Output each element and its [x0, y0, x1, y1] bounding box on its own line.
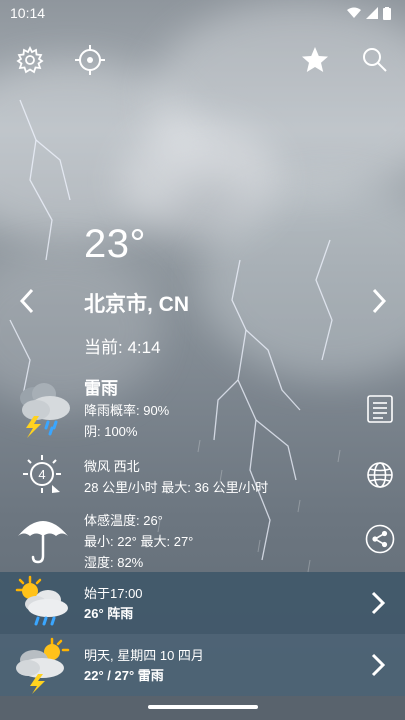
- conditions-row: 雷雨 降雨概率: 90% 阴: 100%: [0, 378, 405, 442]
- forecast-summary: 26° 阵雨: [84, 606, 134, 621]
- forecast-summary: 22° / 27° 雷雨: [84, 668, 164, 683]
- next-location-button[interactable]: [364, 286, 394, 316]
- thunderstorm-icon: [20, 383, 70, 438]
- globe-button[interactable]: [365, 460, 395, 490]
- document-icon: [367, 395, 393, 423]
- signal-icon: [366, 7, 378, 19]
- location-button[interactable]: [70, 40, 110, 80]
- home-gesture-handle[interactable]: [148, 705, 258, 709]
- forecast-item-tomorrow[interactable]: 明天, 星期四 10 四月 22° / 27° 雷雨: [0, 634, 405, 696]
- search-icon: [363, 48, 387, 72]
- forecast-time: 始于17:00: [84, 586, 143, 601]
- wifi-icon: [347, 7, 361, 18]
- previous-location-button[interactable]: [12, 286, 42, 316]
- sun-cloud-rain-icon: [15, 575, 68, 626]
- current-temperature: 23°: [84, 222, 146, 266]
- gear-icon: [16, 46, 44, 74]
- chevron-right-icon: [371, 653, 386, 677]
- forecast-text: 始于17:00 26° 阵雨: [84, 584, 143, 624]
- search-button[interactable]: [355, 40, 395, 80]
- crosshair-icon: [75, 45, 105, 75]
- condition-title: 雷雨: [84, 379, 118, 398]
- share-icon: [365, 524, 395, 554]
- wind-bft-value: 4: [38, 467, 45, 482]
- wind-text: 微风 西北 28 公里/小时 最大: 36 公里/小时: [84, 456, 268, 498]
- wind-description: 微风 西北: [84, 459, 140, 474]
- favorite-button[interactable]: [295, 40, 335, 80]
- settings-button[interactable]: [10, 40, 50, 80]
- min-max-temp: 最小: 22° 最大: 27°: [84, 534, 194, 549]
- status-time: 10:14: [10, 5, 46, 21]
- chevron-left-icon: [19, 288, 34, 314]
- umbrella-icon: [18, 521, 68, 564]
- forecast-date: 明天, 星期四 10 四月: [84, 648, 204, 663]
- status-bar: 10:14: [0, 0, 405, 26]
- wind-row: 4 微风 西北 28 公里/小时 最大: 36 公里/小时: [0, 452, 405, 508]
- system-navigation-bar: [0, 696, 405, 720]
- details-button[interactable]: [365, 394, 395, 424]
- city-name: 北京市, CN: [84, 293, 189, 316]
- chevron-right-icon: [371, 591, 386, 615]
- star-icon: [302, 47, 328, 72]
- battery-icon: [383, 6, 391, 20]
- conditions-text: 雷雨 降雨概率: 90% 阴: 100%: [84, 378, 169, 442]
- feels-like-text: 体感温度: 26° 最小: 22° 最大: 27° 湿度: 82%: [84, 510, 193, 573]
- sun-cloud-thunder-icon: [16, 637, 70, 694]
- humidity: 湿度: 82%: [84, 555, 144, 570]
- top-toolbar: [0, 40, 405, 80]
- feels-like: 体感温度: 26°: [84, 513, 163, 528]
- chevron-right-icon: [372, 288, 387, 314]
- wind-direction-icon: 4: [23, 455, 61, 493]
- forecast-text: 明天, 星期四 10 四月 22° / 27° 雷雨: [84, 646, 204, 686]
- rain-chance: 降雨概率: 90%: [84, 403, 170, 418]
- forecast-item-later-today[interactable]: 始于17:00 26° 阵雨: [0, 572, 405, 634]
- current-local-time: 当前: 4:14: [84, 338, 161, 357]
- feels-like-row: 体感温度: 26° 最小: 22° 最大: 27° 湿度: 82%: [0, 510, 405, 572]
- share-button[interactable]: [365, 524, 395, 554]
- globe-icon: [367, 462, 393, 488]
- cloud-cover: 阴: 100%: [84, 424, 138, 439]
- wind-speed: 28 公里/小时 最大: 36 公里/小时: [84, 480, 269, 495]
